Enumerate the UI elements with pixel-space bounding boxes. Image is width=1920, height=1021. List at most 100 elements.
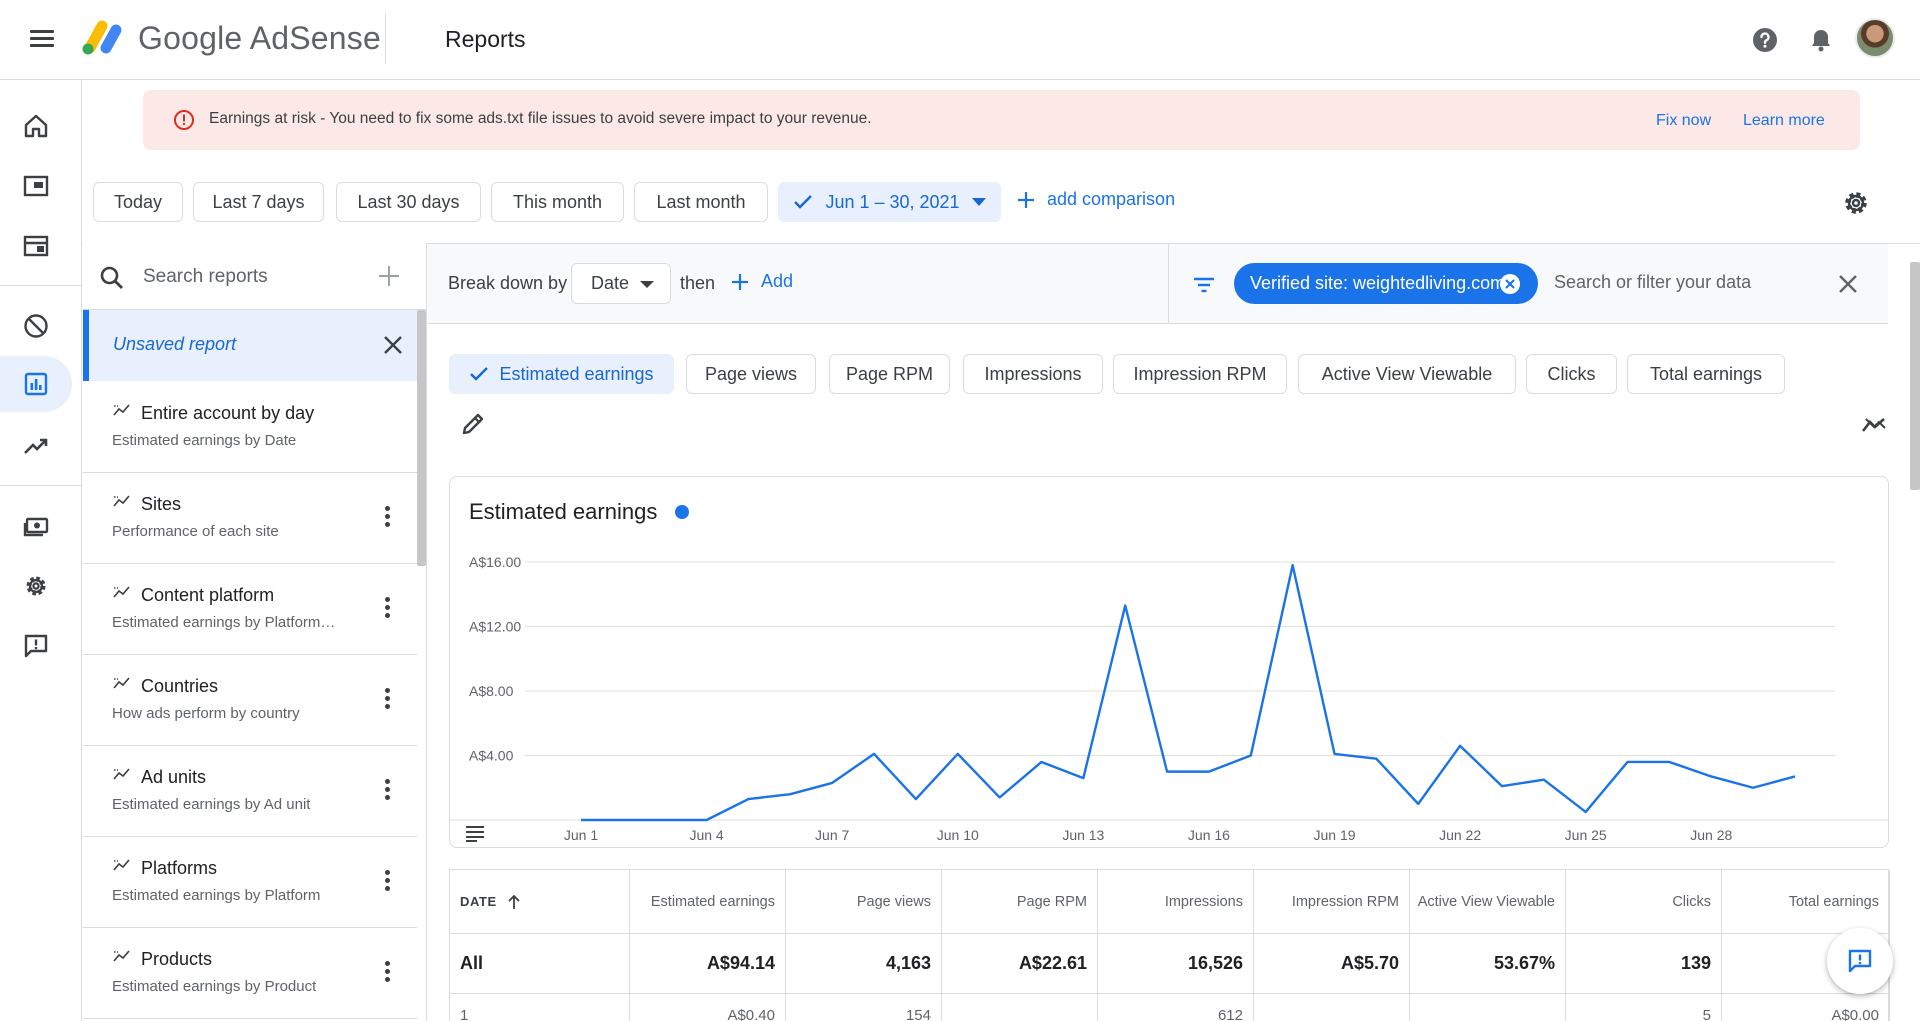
data-point[interactable] [1164, 769, 1170, 775]
data-point[interactable] [1499, 783, 1505, 789]
more-options-icon[interactable] [382, 776, 392, 806]
data-point[interactable] [745, 796, 751, 802]
data-point[interactable] [1750, 785, 1756, 791]
filter-search-input[interactable]: Search or filter your data [1554, 272, 1751, 293]
data-point[interactable] [1373, 756, 1379, 762]
data-point[interactable] [1122, 603, 1128, 609]
data-point[interactable] [1248, 753, 1254, 759]
data-point[interactable] [578, 817, 584, 823]
search-reports-input[interactable]: Search reports [143, 266, 268, 288]
report-list-item[interactable]: Sites Performance of each site [83, 473, 417, 564]
breakdown-dimension-select[interactable]: Date [571, 263, 671, 304]
data-point[interactable] [1583, 809, 1589, 815]
data-point[interactable] [1457, 743, 1463, 749]
more-options-icon[interactable] [382, 685, 392, 715]
data-point[interactable] [1666, 759, 1672, 765]
data-point[interactable] [1708, 773, 1714, 779]
data-point[interactable] [1415, 801, 1421, 807]
data-point[interactable] [997, 794, 1003, 800]
nav-reports[interactable] [0, 356, 72, 412]
metric-impression-rpm[interactable]: Impression RPM [1113, 354, 1287, 394]
nav-feedback[interactable] [0, 618, 72, 674]
close-icon[interactable] [1836, 272, 1860, 296]
report-list-item[interactable]: Platforms Estimated earnings by Platform [83, 837, 417, 928]
verified-site-filter-chip[interactable]: Verified site: weightedliving.com [1234, 263, 1538, 304]
range-last-month[interactable]: Last month [634, 182, 768, 222]
metric-active-view-viewable[interactable]: Active View Viewable [1298, 354, 1516, 394]
learn-more-link[interactable]: Learn more [1743, 112, 1825, 130]
help-icon[interactable] [1751, 26, 1779, 54]
metric-clicks[interactable]: Clicks [1526, 354, 1617, 394]
reports-panel-scrollbar[interactable] [417, 310, 426, 566]
close-icon[interactable] [382, 334, 404, 356]
metric-page-views[interactable]: Page views [686, 354, 816, 394]
metric-total-earnings[interactable]: Total earnings [1627, 354, 1785, 394]
report-list-item[interactable]: Entire account by day Estimated earnings … [83, 382, 417, 473]
report-list-item[interactable]: Products Estimated earnings by Product [83, 928, 417, 1019]
search-reports-bar[interactable]: Search reports [83, 243, 426, 310]
data-point[interactable] [1792, 773, 1798, 779]
range-last-7-days[interactable]: Last 7 days [193, 182, 324, 222]
nav-ads[interactable] [0, 158, 72, 214]
column-header-cell[interactable]: Page RPM [942, 870, 1098, 933]
nav-blocking-controls[interactable] [0, 298, 72, 354]
column-header-cell[interactable]: Impression RPM [1254, 870, 1410, 933]
unsaved-report-item[interactable]: Unsaved report [83, 310, 417, 381]
metric-page-rpm[interactable]: Page RPM [829, 354, 950, 394]
remove-filter-icon[interactable] [1500, 274, 1520, 294]
nav-payments[interactable] [0, 498, 72, 554]
data-point[interactable] [662, 817, 668, 823]
data-point[interactable] [829, 780, 835, 786]
data-point[interactable] [913, 796, 919, 802]
column-header-cell[interactable]: Active View Viewable [1410, 870, 1566, 933]
metric-estimated-earnings[interactable]: Estimated earnings [449, 354, 674, 394]
chart-legend-toggle-icon[interactable] [464, 823, 486, 843]
data-point[interactable] [1038, 759, 1044, 765]
feedback-fab[interactable] [1827, 928, 1893, 994]
fix-now-link[interactable]: Fix now [1656, 112, 1711, 130]
chart-type-toggle-icon[interactable] [1860, 411, 1888, 439]
nav-sites[interactable] [0, 218, 72, 274]
data-point[interactable] [955, 751, 961, 757]
add-comparison-button[interactable]: add comparison [1017, 189, 1175, 210]
nav-optimization[interactable] [0, 418, 72, 474]
account-avatar[interactable] [1855, 18, 1895, 58]
main-scrollbar[interactable] [1910, 262, 1920, 490]
nav-settings[interactable] [0, 558, 72, 614]
report-list-item[interactable]: Content platform Estimated earnings by Pl… [83, 564, 417, 655]
range-last-30-days[interactable]: Last 30 days [336, 182, 481, 222]
notifications-icon[interactable] [1807, 26, 1835, 54]
report-settings-icon[interactable] [1841, 188, 1871, 218]
add-breakdown-button[interactable]: Add [731, 271, 793, 292]
edit-metrics-pencil-icon[interactable] [460, 411, 486, 437]
column-header-cell[interactable]: DATE [450, 870, 630, 933]
main-menu-button[interactable] [28, 26, 56, 54]
range-this-month[interactable]: This month [491, 182, 624, 222]
data-point[interactable] [1541, 777, 1547, 783]
data-point[interactable] [704, 817, 710, 823]
data-point[interactable] [1290, 562, 1296, 568]
column-header-cell[interactable]: Page views [786, 870, 942, 933]
earnings-series-line[interactable] [581, 564, 1796, 822]
more-options-icon[interactable] [382, 958, 392, 988]
nav-home[interactable] [0, 98, 72, 154]
data-point[interactable] [1625, 759, 1631, 765]
data-point[interactable] [871, 751, 877, 757]
data-point[interactable] [787, 791, 793, 797]
data-point[interactable] [1080, 775, 1086, 781]
more-options-icon[interactable] [382, 867, 392, 897]
range-today[interactable]: Today [93, 182, 183, 222]
column-header-cell[interactable]: Impressions [1098, 870, 1254, 933]
column-header-cell[interactable]: Total earnings [1722, 870, 1890, 933]
data-point[interactable] [620, 817, 626, 823]
data-point[interactable] [1332, 751, 1338, 757]
column-header-cell[interactable]: Clicks [1566, 870, 1722, 933]
report-list-item[interactable]: Countries How ads perform by country [83, 655, 417, 746]
report-list-item[interactable]: Ad units Estimated earnings by Ad unit [83, 746, 417, 837]
filter-icon[interactable] [1190, 271, 1218, 299]
data-point[interactable] [1206, 769, 1212, 775]
new-report-plus-icon[interactable] [376, 263, 402, 289]
column-header-cell[interactable]: Estimated earnings [630, 870, 786, 933]
metric-impressions[interactable]: Impressions [963, 354, 1103, 394]
date-range-picker[interactable]: Jun 1 – 30, 2021 [778, 182, 1001, 222]
